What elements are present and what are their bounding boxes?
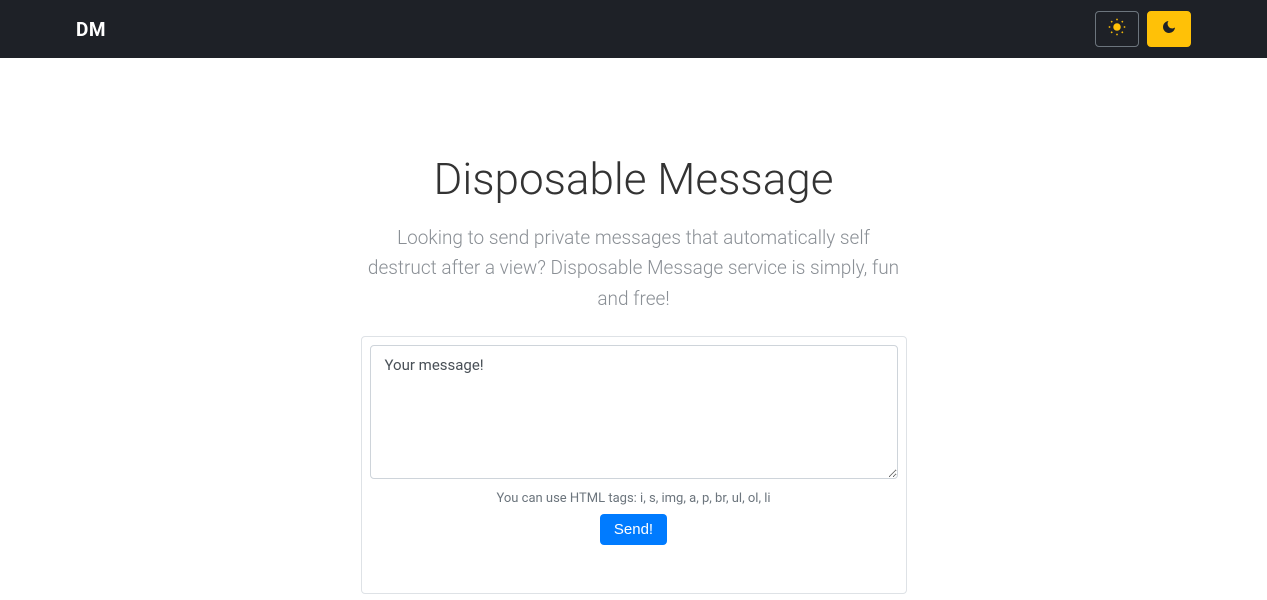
send-button[interactable]: Send! (600, 514, 667, 545)
dark-theme-button[interactable] (1147, 11, 1191, 47)
brand-logo[interactable]: DM (76, 18, 106, 41)
message-input[interactable] (370, 345, 898, 479)
message-card: You can use HTML tags: i, s, img, a, p, … (361, 336, 907, 594)
sun-icon (1108, 18, 1126, 41)
help-text: You can use HTML tags: i, s, img, a, p, … (370, 491, 898, 506)
light-theme-button[interactable] (1095, 11, 1139, 47)
theme-switcher (1095, 11, 1191, 47)
page-subtitle: Looking to send private messages that au… (364, 223, 904, 314)
navbar: DM (0, 0, 1267, 58)
moon-icon (1161, 19, 1177, 40)
main-container: Disposable Message Looking to send priva… (181, 58, 1087, 594)
page-title: Disposable Message (181, 153, 1087, 205)
